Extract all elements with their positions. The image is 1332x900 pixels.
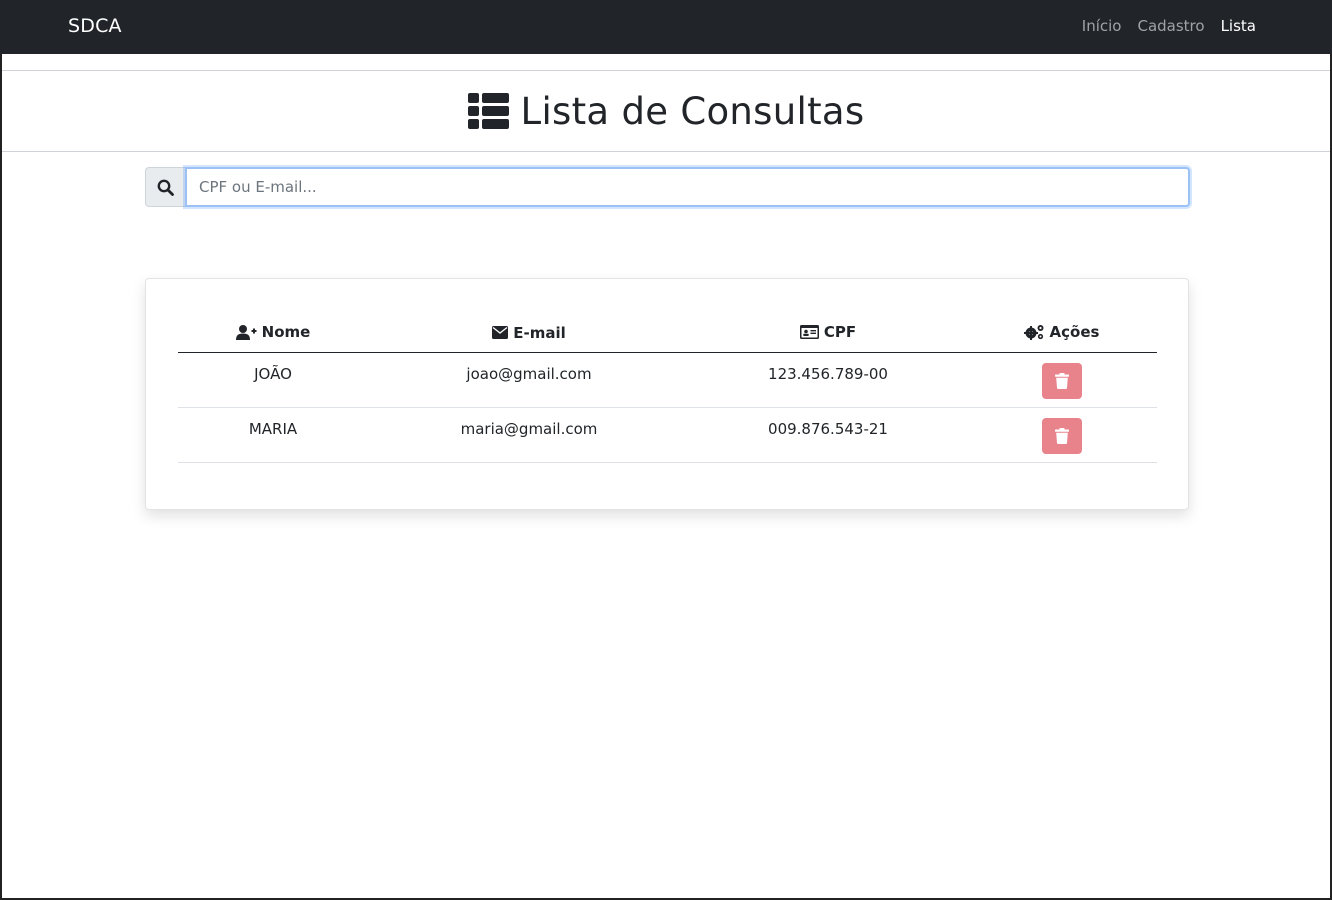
list-icon	[467, 93, 509, 129]
column-header-nome[interactable]: Nome	[178, 315, 368, 353]
cell-email: maria@gmail.com	[368, 407, 690, 463]
cell-cpf: 123.456.789-00	[690, 352, 966, 408]
delete-button[interactable]	[1041, 417, 1082, 454]
search-icon[interactable]	[145, 167, 185, 207]
cell-actions	[966, 352, 1157, 408]
nav-links: Início Cadastro Lista	[1082, 17, 1256, 35]
column-label-email: E-mail	[513, 323, 566, 342]
cell-email: joao@gmail.com	[368, 352, 690, 408]
trash-icon	[1054, 427, 1069, 444]
trash-icon	[1054, 372, 1069, 389]
consultas-table: Nome E-mail CPF Ações JOÃO joao@gmail.co…	[178, 315, 1157, 463]
table-header-row: Nome E-mail CPF Ações	[178, 315, 1157, 353]
column-header-acoes[interactable]: Ações	[966, 315, 1157, 353]
column-header-email[interactable]: E-mail	[368, 315, 690, 353]
nav-link-cadastro[interactable]: Cadastro	[1137, 17, 1204, 35]
search-group	[145, 167, 1190, 207]
results-card: Nome E-mail CPF Ações JOÃO joao@gmail.co…	[145, 278, 1189, 510]
nav-link-inicio[interactable]: Início	[1082, 17, 1122, 35]
table-row: JOÃO joao@gmail.com 123.456.789-00	[178, 352, 1157, 408]
cell-nome: MARIA	[178, 407, 368, 463]
column-label-acoes: Ações	[1049, 322, 1100, 341]
page-header: Lista de Consultas	[2, 70, 1330, 152]
table-row: MARIA maria@gmail.com 009.876.543-21	[178, 407, 1157, 463]
column-header-cpf[interactable]: CPF	[690, 315, 966, 353]
cell-cpf: 009.876.543-21	[690, 407, 966, 463]
column-label-nome: Nome	[261, 323, 311, 341]
title-wrap: Lista de Consultas	[467, 89, 865, 133]
nav-link-lista[interactable]: Lista	[1221, 17, 1256, 35]
search-input[interactable]	[185, 167, 1190, 207]
navbar: SDCA Início Cadastro Lista	[0, 0, 1332, 54]
id-card-icon	[799, 325, 819, 340]
column-label-cpf: CPF	[823, 323, 857, 342]
cell-actions	[966, 407, 1157, 463]
cell-nome: JOÃO	[178, 352, 368, 408]
delete-button[interactable]	[1041, 362, 1082, 399]
user-plus-icon	[235, 324, 257, 340]
brand-logo[interactable]: SDCA	[68, 15, 122, 37]
cogs-icon	[1023, 324, 1044, 340]
envelope-icon	[492, 326, 509, 339]
page-title: Lista de Consultas	[520, 89, 865, 133]
